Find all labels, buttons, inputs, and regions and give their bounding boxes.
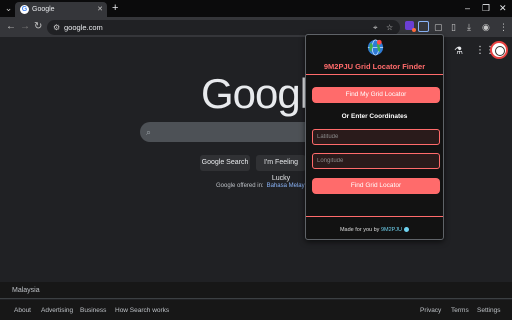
extension-icon[interactable] <box>405 21 416 32</box>
profile-icon[interactable]: ◉ <box>482 21 490 33</box>
footer-link-business[interactable]: Business <box>80 306 106 315</box>
grid-locator-popup: 9M2PJU Grid Locator Finder Find My Grid … <box>305 34 444 240</box>
minimize-icon[interactable]: – <box>465 2 470 14</box>
popup-header: 9M2PJU Grid Locator Finder <box>306 35 443 75</box>
offered-in: Google offered in: Bahasa Melayu <box>216 182 308 190</box>
chevron-down-icon[interactable]: ⌄ <box>3 3 14 14</box>
tab-title: Google <box>32 6 55 13</box>
grid-locator-extension-icon[interactable] <box>418 21 429 32</box>
google-search-button[interactable]: Google Search <box>200 155 250 171</box>
menu-icon[interactable]: ⋮ <box>499 21 508 33</box>
language-link[interactable]: Bahasa Melayu <box>267 183 308 189</box>
latitude-input[interactable] <box>312 129 440 145</box>
plus-icon[interactable]: + <box>112 2 118 14</box>
feeling-lucky-button[interactable]: I'm Feeling Lucky <box>256 155 306 182</box>
search-icon: ⌕ <box>146 127 152 137</box>
author-badge-icon <box>404 226 410 232</box>
or-enter-coordinates-label: Or Enter Coordinates <box>341 113 408 120</box>
window-close-icon[interactable]: ✕ <box>499 2 507 14</box>
country-label: Malaysia <box>12 287 40 294</box>
labs-icon[interactable]: ⚗ <box>454 46 463 57</box>
star-icon[interactable]: ☆ <box>386 22 393 33</box>
sidebar-icon[interactable]: ▯ <box>451 21 456 33</box>
find-my-grid-locator-button[interactable]: Find My Grid Locator <box>312 87 440 103</box>
reload-icon[interactable]: ↻ <box>34 21 42 33</box>
avatar[interactable] <box>490 41 508 59</box>
puzzle-icon[interactable]: ▢ <box>434 21 443 33</box>
author-link[interactable]: 9M2PJU <box>381 227 402 233</box>
maximize-icon[interactable]: ❐ <box>482 2 490 14</box>
longitude-input[interactable] <box>312 153 440 169</box>
footer-links-bar: About Advertising Business How Search wo… <box>0 300 512 320</box>
footer-link-privacy[interactable]: Privacy <box>420 306 441 315</box>
offered-in-label: Google offered in: <box>216 183 264 189</box>
google-favicon-icon: G <box>20 5 29 14</box>
url-text: google.com <box>64 23 103 32</box>
popup-divider <box>306 216 443 217</box>
back-icon[interactable]: ← <box>6 21 16 33</box>
footer-link-about[interactable]: About <box>14 306 31 315</box>
made-for-label: Made for you by <box>339 227 380 233</box>
tab-strip: ⌄ G Google ✕ + – ❐ ✕ <box>0 0 512 17</box>
globe-icon <box>367 39 384 56</box>
popup-title: 9M2PJU Grid Locator Finder <box>323 62 426 71</box>
footer-link-how-search-works[interactable]: How Search works <box>115 306 169 315</box>
tab-google[interactable]: G Google ✕ <box>15 2 107 17</box>
download-icon[interactable]: ⤓ <box>467 21 471 33</box>
footer-link-terms[interactable]: Terms <box>451 306 469 315</box>
site-info-icon[interactable]: ⚙ <box>53 22 60 33</box>
footer-link-advertising[interactable]: Advertising <box>41 306 73 315</box>
close-icon[interactable]: ✕ <box>97 5 103 14</box>
forward-icon[interactable]: → <box>20 21 30 33</box>
location-icon[interactable]: ⌖ <box>373 22 378 33</box>
find-grid-locator-button[interactable]: Find Grid Locator <box>312 178 440 194</box>
made-for-you: Made for you by 9M2PJU <box>306 226 443 234</box>
address-bar[interactable]: ⚙ google.com ⌖ ☆ <box>47 20 400 35</box>
footer-link-settings[interactable]: Settings <box>477 306 501 315</box>
footer-country-bar: Malaysia <box>0 282 512 299</box>
